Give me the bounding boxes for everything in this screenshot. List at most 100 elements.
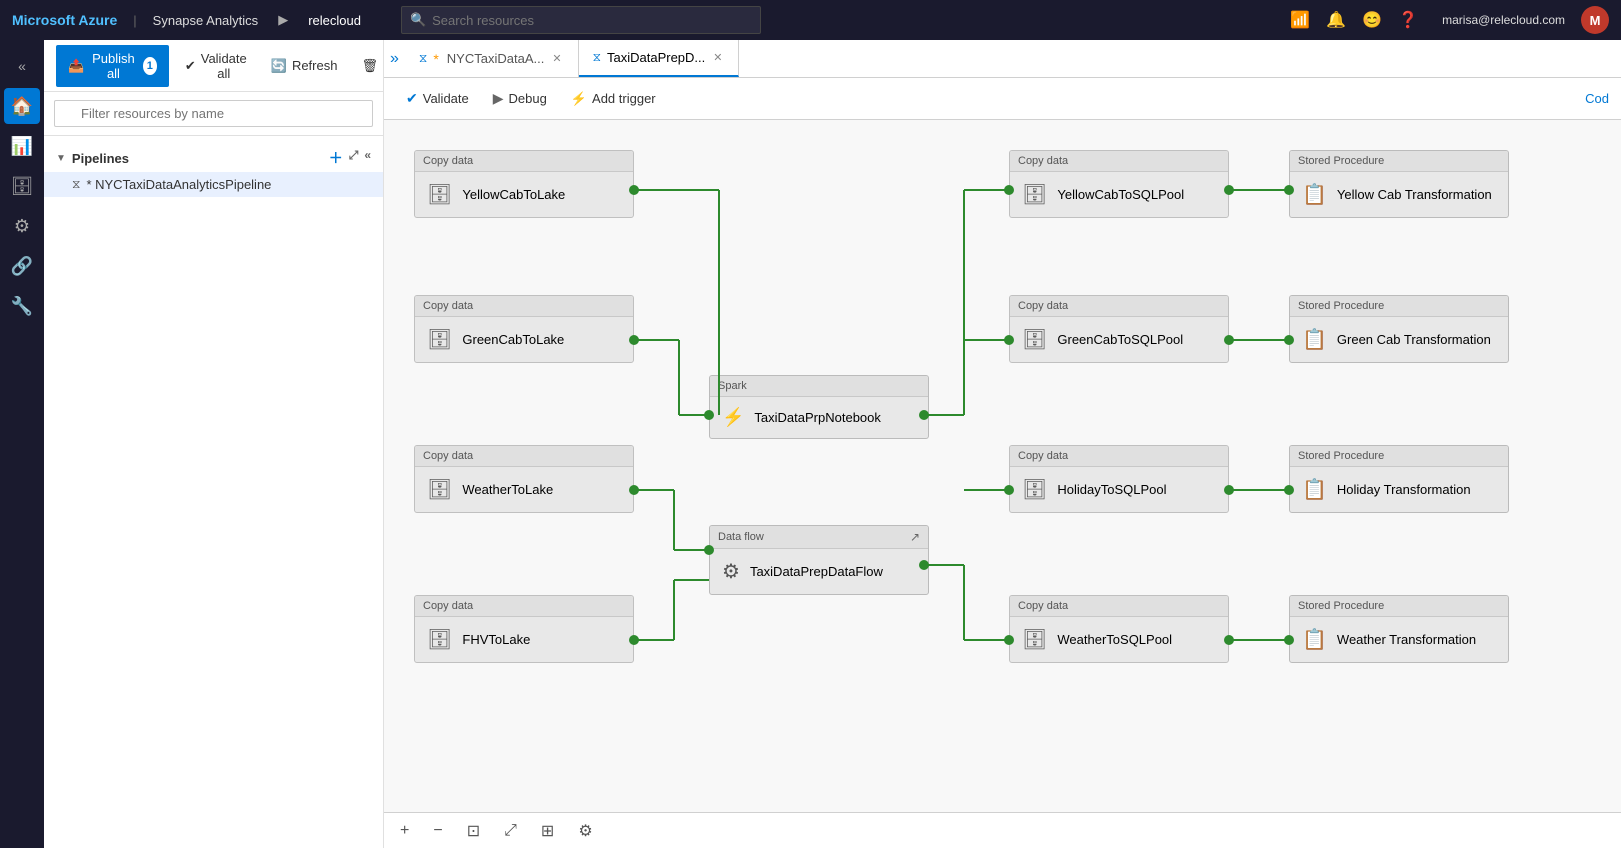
database-icon-6: 🗄 xyxy=(1022,327,1047,352)
node-fhvtolake-header: Copy data xyxy=(415,596,633,617)
left-icon-bar: « 🏠 📊 🗄 ⚙ 🔗 🔧 xyxy=(0,40,44,848)
user-email: marisa@relecloud.com xyxy=(1442,13,1565,27)
expand-collapse-btn[interactable]: « xyxy=(4,48,40,84)
node-weathertolake[interactable]: Copy data 🗄 WeatherToLake xyxy=(414,445,634,513)
canvas-inner: Copy data 🗄 YellowCabToLake Copy data 🗄 … xyxy=(384,120,1621,812)
pipeline-file-icon: ⧖ xyxy=(72,177,80,192)
node-yellowcabtosqlpool[interactable]: Copy data 🗄 YellowCabToSQLPool xyxy=(1009,150,1229,218)
canvas-toolbar: ✔ Validate ▶ Debug ⚡ Add trigger Cod xyxy=(384,78,1621,120)
tab-modified-indicator: * xyxy=(433,51,438,67)
expand-icon[interactable]: ⤢ xyxy=(349,148,359,168)
add-pipeline-icon[interactable]: ＋ xyxy=(329,148,343,168)
node-weathertransformation[interactable]: Stored Procedure 📋 Weather Transformatio… xyxy=(1289,595,1509,663)
pipeline-item-nyctaxi[interactable]: ⧖ * NYCTaxiDataAnalyticsPipeline xyxy=(44,172,383,197)
node-greencabtosqlpool[interactable]: Copy data 🗄 GreenCabToSQLPool xyxy=(1009,295,1229,363)
node-greencabtransformation[interactable]: Stored Procedure 📋 Green Cab Transformat… xyxy=(1289,295,1509,363)
refresh-button[interactable]: 🔄 Refresh xyxy=(263,52,346,80)
pipelines-section-header[interactable]: ▼ Pipelines ＋ ⤢ « xyxy=(44,144,383,172)
node-holidaytosqlpool[interactable]: Copy data 🗄 HolidayToSQLPool xyxy=(1009,445,1229,513)
tabs-expand-btn[interactable]: » xyxy=(384,40,405,77)
validate-button[interactable]: ✔ Validate xyxy=(396,85,479,112)
relecloud-label[interactable]: relecloud xyxy=(308,13,361,28)
manage-icon[interactable]: 🔧 xyxy=(4,288,40,324)
database-icon-2: 🗄 xyxy=(427,327,452,352)
tab-taxidataprep-close[interactable]: ✕ xyxy=(711,49,724,66)
publish-all-button[interactable]: 📤 Publish all 1 xyxy=(56,45,169,87)
develop-icon[interactable]: ⚙ xyxy=(4,208,40,244)
canvas-right-icons: Cod xyxy=(1585,91,1609,106)
add-trigger-button[interactable]: ⚡ Add trigger xyxy=(561,86,666,112)
home-icon[interactable]: 🏠 xyxy=(4,88,40,124)
node-weathertolake-header: Copy data xyxy=(415,446,633,467)
zoom-in-icon[interactable]: + xyxy=(396,818,413,844)
help-icon[interactable]: ❓ xyxy=(1398,10,1418,30)
database-icon: 🗄 xyxy=(427,182,452,207)
sidebar-search-input[interactable] xyxy=(54,100,373,127)
node-yellowcabtolake[interactable]: Copy data 🗄 YellowCabToLake xyxy=(414,150,634,218)
tabs-bar: » ⧖ * NYCTaxiDataA... ✕ ⧖ TaxiDataPrepD.… xyxy=(384,40,1621,78)
collapse-panel-icon[interactable]: « xyxy=(364,148,371,168)
stored-proc-icon-2: 📋 xyxy=(1302,327,1327,352)
breadcrumb-arrow-icon: ▶ xyxy=(278,12,288,28)
node-taxidataprepdataflow[interactable]: Data flow ↗ ⚙ TaxiDataPrepDataFlow xyxy=(709,525,929,595)
node-hsp-header: Copy data xyxy=(1010,446,1228,467)
node-fhvtolake[interactable]: Copy data 🗄 FHVToLake xyxy=(414,595,634,663)
node-weathertolake-label: WeatherToLake xyxy=(462,482,553,497)
external-link-icon[interactable]: ↗ xyxy=(910,530,920,544)
avatar[interactable]: M xyxy=(1581,6,1609,34)
validate-icon: ✔ xyxy=(185,58,196,74)
refresh-icon: 🔄 xyxy=(271,58,287,74)
validate-btn-label: Validate xyxy=(423,91,469,106)
expand-canvas-icon[interactable]: ⤢ xyxy=(500,818,521,844)
monitor-icon[interactable]: 📊 xyxy=(4,128,40,164)
integrate-icon[interactable]: 🔗 xyxy=(4,248,40,284)
node-yct-header: Stored Procedure xyxy=(1290,151,1508,172)
pipelines-section-label: Pipelines xyxy=(72,151,129,166)
node-gcsp-header: Copy data xyxy=(1010,296,1228,317)
data-icon[interactable]: 🗄 xyxy=(4,168,40,204)
sidebar-search-area: 🔍 xyxy=(44,92,383,136)
node-greencabtolake-label: GreenCabToLake xyxy=(462,332,564,347)
node-gct-header: Stored Procedure xyxy=(1290,296,1508,317)
tab-taxidataprep[interactable]: ⧖ TaxiDataPrepD... ✕ xyxy=(579,40,740,77)
fit-screen-icon[interactable]: ⊡ xyxy=(463,817,484,845)
zoom-out-icon[interactable]: − xyxy=(429,818,446,844)
stored-proc-icon-4: 📋 xyxy=(1302,627,1327,652)
wifi-icon: 📶 xyxy=(1290,10,1310,30)
node-taxidataprpnotebook[interactable]: Spark ⚡ TaxiDataPrpNotebook xyxy=(709,375,929,439)
trigger-btn-label: Add trigger xyxy=(592,91,656,106)
validate-all-button[interactable]: ✔ Validate all xyxy=(177,45,255,87)
node-wt-label: Weather Transformation xyxy=(1337,632,1476,647)
global-search-bar[interactable]: 🔍 xyxy=(401,6,761,34)
node-wsp-label: WeatherToSQLPool xyxy=(1057,632,1172,647)
node-yellowcabtransformation[interactable]: Stored Procedure 📋 Yellow Cab Transforma… xyxy=(1289,150,1509,218)
sidebar: 📤 Publish all 1 ✔ Validate all 🔄 Refresh… xyxy=(44,40,384,848)
global-search-input[interactable] xyxy=(432,13,752,28)
node-ycsp-header: Copy data xyxy=(1010,151,1228,172)
database-icon-7: 🗄 xyxy=(1022,477,1047,502)
node-holidaytransformation[interactable]: Stored Procedure 📋 Holiday Transformatio… xyxy=(1289,445,1509,513)
chevron-down-icon: ▼ xyxy=(56,153,66,164)
node-greencabtolake[interactable]: Copy data 🗄 GreenCabToLake xyxy=(414,295,634,363)
top-nav-bar: Microsoft Azure | Synapse Analytics ▶ re… xyxy=(0,0,1621,40)
pipeline-canvas[interactable]: Copy data 🗄 YellowCabToLake Copy data 🗄 … xyxy=(384,120,1621,812)
node-wt-header: Stored Procedure xyxy=(1290,596,1508,617)
synapse-label[interactable]: Synapse Analytics xyxy=(153,13,259,28)
debug-play-icon: ▶ xyxy=(493,90,504,107)
node-ycsp-label: YellowCabToSQLPool xyxy=(1057,187,1184,202)
node-spark-header: Spark xyxy=(710,376,928,397)
debug-button[interactable]: ▶ Debug xyxy=(483,85,557,112)
tab-nyctaxi-close[interactable]: ✕ xyxy=(550,50,563,67)
tab-nyctaxi[interactable]: ⧖ * NYCTaxiDataA... ✕ xyxy=(405,40,579,77)
dataflow-icon: ⚙ xyxy=(722,559,740,584)
bell-icon[interactable]: 🔔 xyxy=(1326,10,1346,30)
node-weathertosqlpool[interactable]: Copy data 🗄 WeatherToSQLPool xyxy=(1009,595,1229,663)
auto-layout-icon[interactable]: ⊞ xyxy=(537,817,558,845)
tab-pipeline-icon: ⧖ xyxy=(419,51,427,66)
settings-icon[interactable]: ⚙ xyxy=(574,817,596,845)
code-view-btn[interactable]: Cod xyxy=(1585,91,1609,106)
validate-check-icon: ✔ xyxy=(406,90,418,107)
main-area: » ⧖ * NYCTaxiDataA... ✕ ⧖ TaxiDataPrepD.… xyxy=(384,40,1621,848)
bottom-toolbar: + − ⊡ ⤢ ⊞ ⚙ xyxy=(384,812,1621,848)
spark-icon: ⚡ xyxy=(722,407,744,428)
